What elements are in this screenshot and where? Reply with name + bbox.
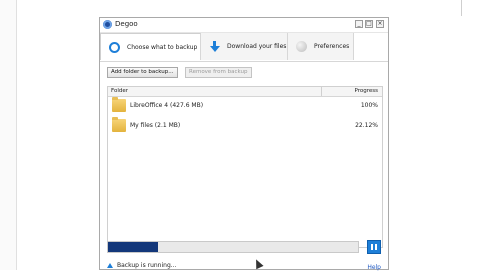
tab-download-files[interactable]: Download your files <box>201 33 288 60</box>
folder-name: My files (2.1 MB) <box>130 122 181 129</box>
degoo-window: Degoo _ □ × Choose what to backup Downlo… <box>99 17 389 271</box>
tab-label: Preferences <box>314 43 350 50</box>
folder-icon <box>112 117 126 132</box>
status-line: Backup is running... <box>107 262 176 269</box>
window-title: Degoo <box>115 20 138 28</box>
pause-button[interactable] <box>367 240 381 254</box>
upload-arrow-icon <box>107 263 113 268</box>
column-divider[interactable] <box>321 87 322 96</box>
folder-progress: 100% <box>360 102 378 109</box>
status-text: Backup is running... <box>117 262 177 269</box>
left-panel-edge <box>0 0 17 270</box>
download-arrow-icon <box>209 41 220 52</box>
add-folder-button[interactable]: Add folder to backup... <box>107 67 178 78</box>
folder-progress: 22.12% <box>355 122 378 129</box>
backup-progress-bar <box>107 241 359 253</box>
ring-icon <box>109 41 120 53</box>
remove-from-backup-button[interactable]: Remove from backup <box>185 67 252 78</box>
column-header-progress[interactable]: Progress <box>355 88 378 94</box>
preferences-ball-icon <box>296 41 307 52</box>
background-divider <box>461 0 462 16</box>
tab-label: Choose what to backup <box>127 43 198 51</box>
minimize-button[interactable]: _ <box>355 20 363 28</box>
mouse-cursor-icon <box>252 257 264 270</box>
tab-choose-backup[interactable]: Choose what to backup <box>100 33 201 60</box>
tab-bar: Choose what to backup Download your file… <box>100 33 388 62</box>
close-button[interactable]: × <box>376 20 384 28</box>
folder-icon <box>112 97 126 112</box>
folder-name: LibreOffice 4 (427.6 MB) <box>130 102 204 109</box>
title-bar[interactable]: Degoo _ □ × <box>100 18 388 33</box>
progress-fill <box>108 242 158 252</box>
backup-folder-list: Folder Progress LibreOffice 4 (427.6 MB)… <box>107 86 383 270</box>
tab-label: Download your files <box>227 43 287 50</box>
list-header: Folder Progress <box>108 87 382 97</box>
degoo-logo-icon <box>103 20 112 29</box>
list-item[interactable]: LibreOffice 4 (427.6 MB) 100% <box>108 97 382 115</box>
column-header-folder[interactable]: Folder <box>111 88 128 94</box>
tab-preferences[interactable]: Preferences <box>288 33 354 60</box>
maximize-button[interactable]: □ <box>365 20 373 28</box>
list-item[interactable]: My files (2.1 MB) 22.12% <box>108 117 382 135</box>
